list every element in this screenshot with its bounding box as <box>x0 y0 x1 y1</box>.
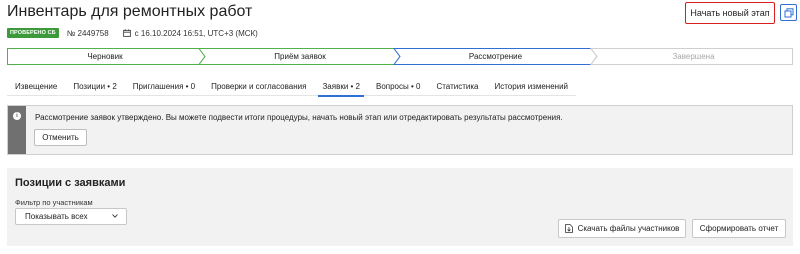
step-applications: Приём заявок <box>274 52 326 61</box>
tab-bar: Извещение Позиции • 2 Приглашения • 0 Пр… <box>7 77 577 97</box>
alert-message: Рассмотрение заявок утверждено. Вы может… <box>35 113 563 122</box>
chevron-down-icon <box>112 214 118 218</box>
procedure-meta: ПРОВЕРЕНО СБ № 2449758 с 16.10.2024 16:5… <box>7 27 258 39</box>
positions-title: Позиции с заявками <box>15 177 126 189</box>
step-draft: Черновик <box>87 52 123 61</box>
info-alert: i Рассмотрение заявок утверждено. Вы мож… <box>7 105 793 155</box>
generate-report-button[interactable]: Сформировать отчет <box>692 219 786 238</box>
tab-checks[interactable]: Проверки и согласования <box>203 77 314 96</box>
page-title: Инвентарь для ремонтных работ <box>7 3 253 20</box>
download-file-icon <box>564 224 573 233</box>
copy-button[interactable] <box>780 4 797 21</box>
procedure-date: с 16.10.2024 16:51, UTC+3 (МСК) <box>122 28 258 38</box>
procedure-date-text: с 16.10.2024 16:51, UTC+3 (МСК) <box>134 28 258 38</box>
cancel-button[interactable]: Отменить <box>34 129 87 146</box>
participant-filter-select[interactable]: Показывать всех <box>15 208 127 225</box>
step-completed: Завершена <box>672 52 715 61</box>
verified-badge: ПРОВЕРЕНО СБ <box>7 28 59 38</box>
copy-icon <box>784 7 793 17</box>
tab-positions[interactable]: Позиции • 2 <box>65 77 124 96</box>
info-icon: i <box>13 112 21 120</box>
positions-panel: Позиции с заявками Фильтр по участникам … <box>7 168 793 246</box>
tab-notice[interactable]: Извещение <box>7 77 65 96</box>
download-button-label: Скачать файлы участников <box>577 224 680 233</box>
start-new-stage-button[interactable]: Начать новый этап <box>685 2 775 24</box>
participant-filter-value: Показывать всех <box>25 212 88 221</box>
tab-history[interactable]: История изменений <box>486 77 576 96</box>
tab-invitations[interactable]: Приглашения • 0 <box>125 77 203 96</box>
procedure-number: № 2449758 <box>66 28 109 38</box>
step-review: Рассмотрение <box>468 52 523 61</box>
calendar-icon <box>122 29 131 37</box>
tab-applications[interactable]: Заявки • 2 <box>314 77 368 97</box>
tab-statistics[interactable]: Статистика <box>428 77 486 96</box>
tab-questions[interactable]: Вопросы • 0 <box>368 77 428 96</box>
alert-side-bar: i <box>8 106 26 154</box>
filter-label: Фильтр по участникам <box>15 198 93 207</box>
procedure-stepper: Черновик Приём заявок Рассмотрение Завер… <box>7 48 793 65</box>
download-participant-files-button[interactable]: Скачать файлы участников <box>558 219 686 238</box>
